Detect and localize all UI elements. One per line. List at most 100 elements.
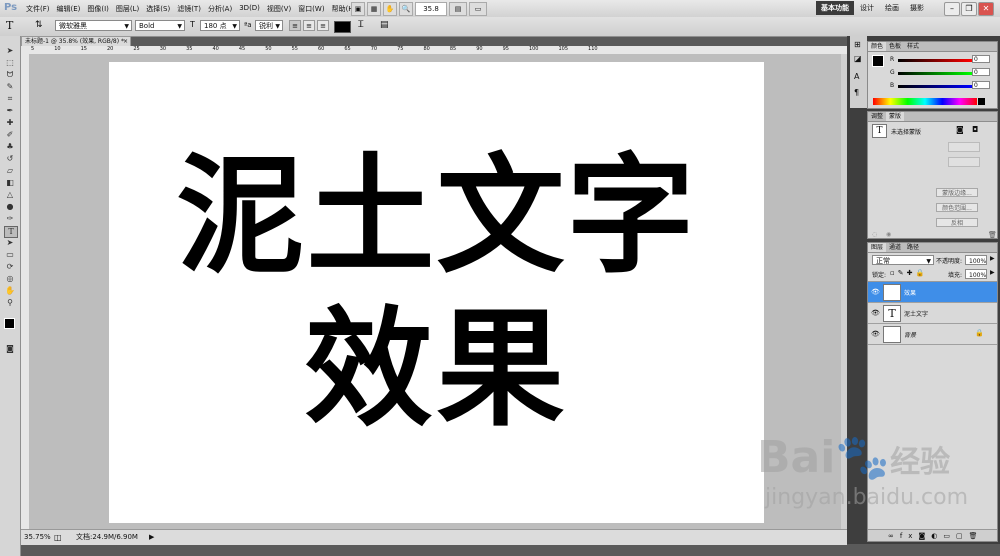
pen-tool-icon[interactable]: ✑ bbox=[4, 214, 16, 224]
lasso-tool-icon[interactable]: ᗢ bbox=[4, 70, 16, 80]
tab-channels[interactable]: 通道 bbox=[886, 243, 904, 252]
canvas-text-line-1[interactable]: 泥土文字 bbox=[109, 147, 764, 287]
channel-b-slider[interactable] bbox=[898, 85, 972, 88]
tab-color[interactable]: 颜色 bbox=[868, 42, 887, 51]
menu-filter[interactable]: 滤镜(T) bbox=[177, 4, 201, 14]
invert-button[interactable]: 反相 bbox=[936, 218, 978, 227]
blur-tool-icon[interactable]: △ bbox=[4, 190, 16, 200]
move-tool-icon[interactable]: ➤ bbox=[4, 46, 16, 56]
add-mask-icon[interactable]: ◙ bbox=[918, 532, 931, 540]
status-zoom[interactable]: 35.75% bbox=[24, 530, 51, 545]
marquee-tool-icon[interactable]: ⬚ bbox=[4, 58, 16, 68]
close-icon[interactable]: ✕ bbox=[978, 2, 994, 16]
crop-tool-icon[interactable]: ⌗ bbox=[4, 94, 16, 104]
tab-paths[interactable]: 路径 bbox=[904, 243, 922, 252]
new-layer-icon[interactable]: ▢ bbox=[956, 532, 969, 540]
opacity-field[interactable]: 100% bbox=[965, 255, 987, 265]
tab-layers[interactable]: 图层 bbox=[868, 243, 887, 252]
channel-g-value[interactable]: 0 bbox=[972, 68, 990, 76]
menu-layer[interactable]: 图层(L) bbox=[116, 4, 139, 14]
type-tool-icon[interactable]: T bbox=[4, 226, 18, 238]
gradient-tool-icon[interactable]: ◧ bbox=[4, 178, 16, 188]
opacity-arrow-icon[interactable]: ▶ bbox=[990, 255, 995, 262]
layer-style-icon[interactable]: fx bbox=[900, 532, 919, 540]
hand-tool-icon[interactable]: ✋ bbox=[383, 2, 397, 16]
launch-mini-bridge-icon[interactable]: ▦ bbox=[367, 2, 381, 16]
visibility-eye-icon[interactable]: 👁 bbox=[871, 288, 880, 296]
tab-masks[interactable]: 蒙版 bbox=[886, 112, 905, 121]
quick-select-tool-icon[interactable]: ✎ bbox=[4, 82, 16, 92]
align-left-icon[interactable]: ≡ bbox=[289, 20, 301, 31]
quick-mask-icon[interactable]: ◙ bbox=[4, 344, 16, 354]
mask-edge-button[interactable]: 蒙版边缘... bbox=[936, 188, 978, 197]
channel-b-value[interactable]: 0 bbox=[972, 81, 990, 89]
adjustment-layer-icon[interactable]: ◐ bbox=[931, 532, 943, 540]
font-family-select[interactable]: 微软雅黑 ▼ bbox=[55, 20, 132, 31]
clone-stamp-tool-icon[interactable]: ♣ bbox=[4, 142, 16, 152]
status-arrow-icon[interactable]: ▶ bbox=[149, 530, 154, 545]
tab-styles[interactable]: 样式 bbox=[904, 42, 922, 51]
delete-layer-icon[interactable]: 🗑 bbox=[969, 532, 984, 540]
paragraph-panel-icon[interactable]: ¶ bbox=[854, 88, 859, 97]
menu-select[interactable]: 选择(S) bbox=[146, 4, 170, 14]
history-panel-icon[interactable]: ⊞ bbox=[854, 40, 861, 49]
text-color-swatch[interactable] bbox=[334, 21, 351, 33]
link-layers-icon[interactable]: ∞ bbox=[888, 532, 900, 540]
workspace-essentials[interactable]: 基本功能 bbox=[816, 1, 854, 15]
layer-row[interactable]: 👁 T 泥土文字 bbox=[868, 303, 997, 324]
arrange-documents-icon[interactable]: ▤ bbox=[449, 2, 467, 16]
color-spectrum-ramp[interactable] bbox=[873, 98, 977, 105]
menu-edit[interactable]: 编辑(E) bbox=[57, 4, 81, 14]
pixel-mask-icon[interactable]: ◙ bbox=[956, 125, 964, 134]
3d-orbit-tool-icon[interactable]: ◎ bbox=[4, 274, 16, 284]
workspace-photography[interactable]: 摄影 bbox=[905, 1, 929, 15]
channel-g-slider[interactable] bbox=[898, 72, 972, 75]
document-tab[interactable]: 未标题-1 @ 35.8% (效果, RGB/8) * × bbox=[21, 36, 131, 46]
warp-text-icon[interactable]: Ꮖ bbox=[358, 20, 364, 30]
character-panel-icon[interactable]: ▤ bbox=[380, 20, 389, 30]
lock-icons[interactable]: ▫✎✚🔒 bbox=[890, 269, 927, 277]
hand-tool-icon[interactable]: ✋ bbox=[4, 286, 16, 296]
minimize-icon[interactable]: – bbox=[944, 2, 960, 16]
color-range-button[interactable]: 颜色范围... bbox=[936, 203, 978, 212]
menu-analysis[interactable]: 分析(A) bbox=[208, 4, 232, 14]
launch-bridge-icon[interactable]: ▣ bbox=[351, 2, 365, 16]
eyedropper-tool-icon[interactable]: ✒ bbox=[4, 106, 16, 116]
apply-mask-icon[interactable]: ◉ bbox=[886, 231, 891, 238]
menu-image[interactable]: 图像(I) bbox=[87, 4, 109, 14]
toggle-orientation-icon[interactable]: ⇅ bbox=[35, 20, 43, 30]
tab-swatches[interactable]: 色板 bbox=[886, 42, 904, 51]
restore-icon[interactable]: ❐ bbox=[961, 2, 977, 16]
font-size-select[interactable]: 180 点 ▼ bbox=[200, 20, 240, 31]
menu-window[interactable]: 窗口(W) bbox=[298, 4, 324, 14]
shape-tool-icon[interactable]: ▭ bbox=[4, 250, 16, 260]
align-right-icon[interactable]: ≡ bbox=[317, 20, 329, 31]
workspace-painting[interactable]: 绘画 bbox=[880, 1, 904, 15]
visibility-eye-icon[interactable]: 👁 bbox=[871, 309, 880, 317]
path-select-tool-icon[interactable]: ➤ bbox=[4, 238, 16, 248]
layer-row[interactable]: 👁 背景 🔒 bbox=[868, 324, 997, 345]
zoom-tool-icon[interactable]: ⚲ bbox=[4, 298, 16, 308]
antialias-select[interactable]: 锐利 ▼ bbox=[255, 20, 283, 31]
info-panel-icon[interactable]: ◪ bbox=[854, 54, 862, 63]
brush-tool-icon[interactable]: ✐ bbox=[4, 130, 16, 140]
dodge-tool-icon[interactable]: ● bbox=[4, 202, 16, 212]
screen-mode-icon[interactable]: ▭ bbox=[469, 2, 487, 16]
black-ramp[interactable] bbox=[978, 98, 985, 105]
channel-r-value[interactable]: 0 bbox=[972, 55, 990, 63]
channel-r-slider[interactable] bbox=[898, 59, 972, 62]
font-style-select[interactable]: Bold ▼ bbox=[135, 20, 185, 31]
mask-trash-icon[interactable]: 🗑 bbox=[988, 231, 997, 239]
foreground-color-swatch[interactable] bbox=[4, 318, 15, 329]
zoom-level-field[interactable]: 35.8 bbox=[415, 2, 447, 16]
workspace-design[interactable]: 设计 bbox=[855, 1, 879, 15]
character-panel-icon[interactable]: A bbox=[854, 72, 859, 81]
zoom-tool-icon[interactable]: 🔍 bbox=[399, 2, 413, 16]
align-center-icon[interactable]: ≡ bbox=[303, 20, 315, 31]
visibility-eye-icon[interactable]: 👁 bbox=[871, 330, 880, 338]
tab-adjustments[interactable]: 调整 bbox=[868, 112, 886, 121]
blend-mode-select[interactable]: 正常 ▼ bbox=[872, 255, 934, 265]
fill-arrow-icon[interactable]: ▶ bbox=[990, 269, 995, 276]
menu-view[interactable]: 视图(V) bbox=[267, 4, 291, 14]
new-group-icon[interactable]: ▭ bbox=[943, 532, 956, 540]
